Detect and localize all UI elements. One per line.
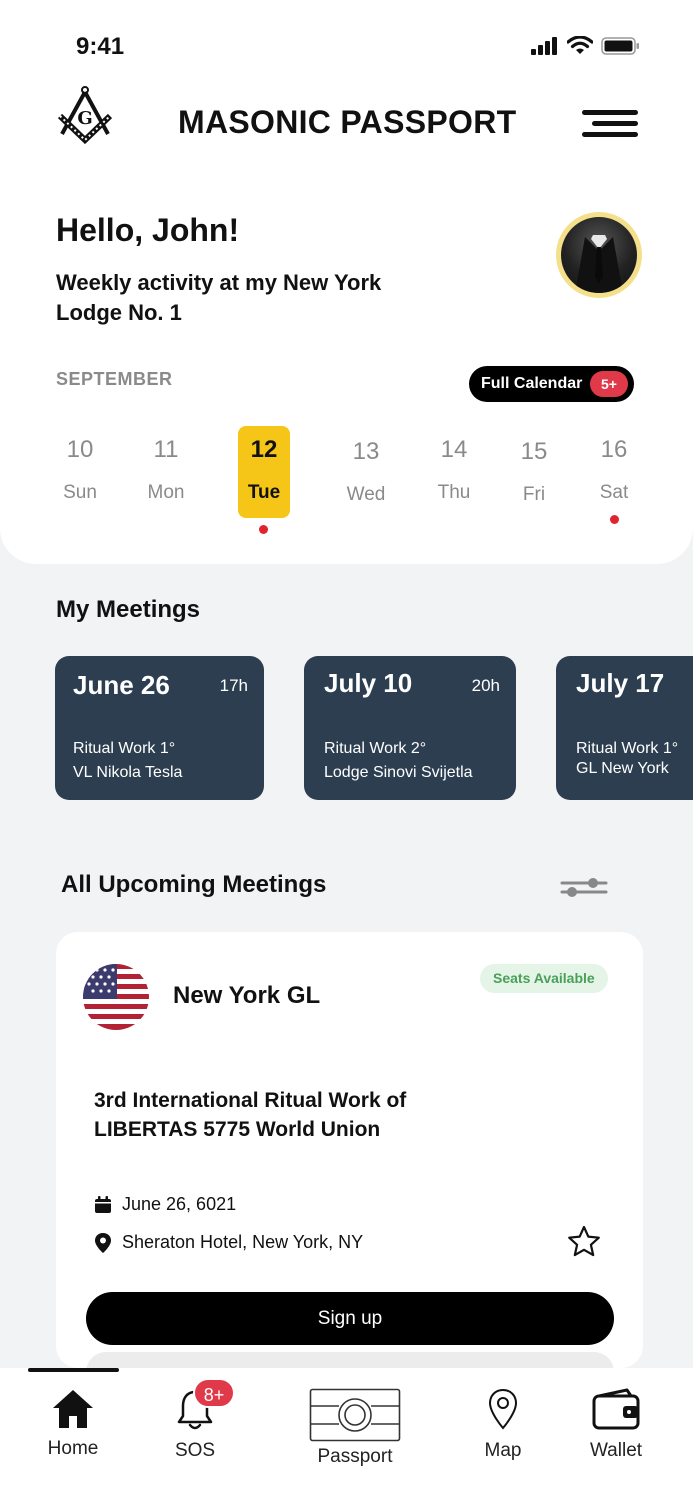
day-number: 14: [440, 436, 468, 463]
svg-text:G: G: [77, 108, 92, 129]
tab-label: Passport: [317, 1446, 393, 1467]
event-organizer: New York GL: [173, 982, 321, 1009]
event-date-row: June 26, 6021: [94, 1194, 236, 1215]
menu-button[interactable]: [582, 110, 638, 138]
day-weekday: Tue: [247, 482, 281, 503]
header-card: 9:41 G MASONIC PASSPORT Hello, John! Wee…: [0, 0, 693, 564]
wallet-icon: [592, 1388, 640, 1430]
battery-icon: [601, 36, 639, 55]
day-weekday: Fri: [522, 484, 546, 505]
greeting-title: Hello, John!: [56, 212, 240, 248]
active-tab-indicator: [28, 1368, 119, 1372]
meeting-type: Ritual Work 1°: [576, 740, 679, 757]
passport-icon: [309, 1388, 401, 1442]
calendar-day[interactable]: 13 Wed: [338, 426, 394, 518]
full-calendar-badge: 5+: [590, 371, 628, 397]
event-dot: [610, 515, 619, 524]
us-flag-icon: [83, 964, 149, 1030]
sign-up-button[interactable]: Sign up: [86, 1292, 614, 1345]
bottom-tab-bar: Home SOS 8+ Passport Map Wallet: [0, 1368, 693, 1500]
calendar-day[interactable]: 16 Sat: [586, 426, 642, 518]
signal-icon: [531, 36, 557, 55]
suit-icon: [575, 235, 623, 293]
day-weekday: Sat: [599, 482, 629, 503]
calendar-day[interactable]: 15 Fri: [506, 426, 562, 518]
map-pin-icon: [488, 1388, 518, 1430]
tab-passport[interactable]: Passport: [306, 1388, 404, 1468]
masonic-logo-icon: G: [57, 86, 113, 145]
location-pin-icon: [95, 1232, 111, 1253]
day-number: 13: [352, 438, 380, 465]
next-card-edge: [86, 1352, 614, 1368]
full-calendar-label: Full Calendar: [481, 375, 583, 392]
avatar-image: [561, 217, 637, 293]
menu-line-icon: [592, 121, 638, 126]
tab-label: Map: [484, 1440, 522, 1461]
meeting-type: Ritual Work 2°: [324, 740, 427, 757]
calendar-day-selected[interactable]: 12 Tue: [238, 426, 290, 518]
calendar-day[interactable]: 14 Thu: [426, 426, 482, 518]
meeting-lodge: VL Nikola Tesla: [73, 764, 183, 781]
full-calendar-button[interactable]: Full Calendar 5+: [469, 366, 634, 402]
status-icons: [531, 36, 641, 55]
day-weekday: Wed: [346, 484, 386, 505]
status-time: 9:41: [76, 33, 125, 60]
tab-home[interactable]: Home: [36, 1388, 110, 1460]
home-icon: [53, 1390, 93, 1428]
day-weekday: Sun: [63, 482, 97, 503]
tab-label: SOS: [174, 1440, 216, 1461]
tab-wallet[interactable]: Wallet: [584, 1388, 648, 1462]
meeting-date: July 17: [576, 668, 665, 698]
event-title: 3rd International Ritual Work of LIBERTA…: [94, 1089, 407, 1141]
meeting-date: July 10: [324, 668, 413, 698]
meeting-lodge: Lodge Sinovi Svijetla: [324, 764, 473, 781]
app-title: MASONIC PASSPORT: [178, 104, 517, 140]
calendar-icon: [95, 1195, 111, 1213]
meeting-time: 17h: [219, 676, 248, 695]
event-location-row: Sheraton Hotel, New York, NY: [94, 1232, 363, 1253]
event-dot: [259, 525, 268, 534]
day-number: 15: [520, 438, 548, 465]
meeting-lodge: GL New York: [576, 760, 669, 777]
menu-line-icon: [582, 110, 638, 115]
upcoming-title: All Upcoming Meetings: [61, 871, 327, 898]
seats-available-badge: Seats Available: [480, 964, 608, 993]
meeting-time: 20h: [471, 676, 500, 695]
menu-line-icon: [582, 132, 638, 137]
event-card[interactable]: New York GL Seats Available 3rd Internat…: [56, 932, 643, 1368]
event-date: June 26, 6021: [122, 1194, 237, 1214]
greeting-subtitle: Weekly activity at my New York Lodge No.…: [56, 270, 382, 325]
event-location: Sheraton Hotel, New York, NY: [122, 1232, 364, 1252]
day-number: 10: [66, 436, 94, 463]
filter-sliders-icon[interactable]: [560, 874, 608, 900]
calendar-month: SEPTEMBER: [56, 369, 173, 389]
meeting-card[interactable]: July 17 Ritual Work 1° GL New York: [556, 656, 693, 800]
favorite-star-icon[interactable]: [566, 1224, 602, 1260]
my-meetings-title: My Meetings: [56, 596, 201, 623]
calendar-day[interactable]: 11 Mon: [138, 426, 194, 518]
day-number: 16: [600, 436, 628, 463]
day-weekday: Thu: [437, 482, 471, 503]
avatar[interactable]: [556, 212, 642, 298]
meeting-card[interactable]: June 26 17h Ritual Work 1° VL Nikola Tes…: [55, 656, 264, 800]
tab-label: Wallet: [589, 1440, 643, 1461]
day-number: 12: [250, 436, 278, 463]
sos-badge: 8+: [193, 1378, 235, 1408]
day-weekday: Mon: [147, 482, 185, 503]
tab-map[interactable]: Map: [476, 1388, 530, 1462]
meeting-card[interactable]: July 10 20h Ritual Work 2° Lodge Sinovi …: [304, 656, 516, 800]
day-number: 11: [153, 436, 179, 463]
meeting-date: June 26: [73, 670, 170, 700]
calendar-day[interactable]: 10 Sun: [52, 426, 108, 518]
wifi-icon: [567, 36, 593, 54]
tab-label: Home: [47, 1438, 99, 1459]
meeting-type: Ritual Work 1°: [73, 740, 176, 757]
